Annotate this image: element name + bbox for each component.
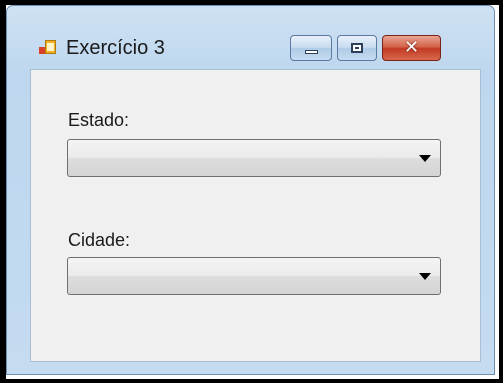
close-icon: ✕ xyxy=(403,37,420,58)
window-title: Exercício 3 xyxy=(66,37,165,59)
estado-combobox[interactable] xyxy=(67,139,441,177)
maximize-icon xyxy=(351,43,363,53)
close-button[interactable]: ✕ xyxy=(382,35,441,61)
minimize-button[interactable] xyxy=(290,35,332,61)
cidade-label: Cidade: xyxy=(68,230,131,250)
chevron-down-icon[interactable] xyxy=(419,273,431,280)
maximize-button[interactable] xyxy=(337,35,377,61)
form-app-icon xyxy=(39,40,57,58)
cidade-combobox[interactable] xyxy=(67,257,441,295)
minimize-icon xyxy=(304,50,318,54)
title-bar[interactable]: Exercício 3 ✕ xyxy=(7,6,494,76)
chevron-down-icon[interactable] xyxy=(419,155,431,162)
estado-label: Estado: xyxy=(68,110,130,130)
